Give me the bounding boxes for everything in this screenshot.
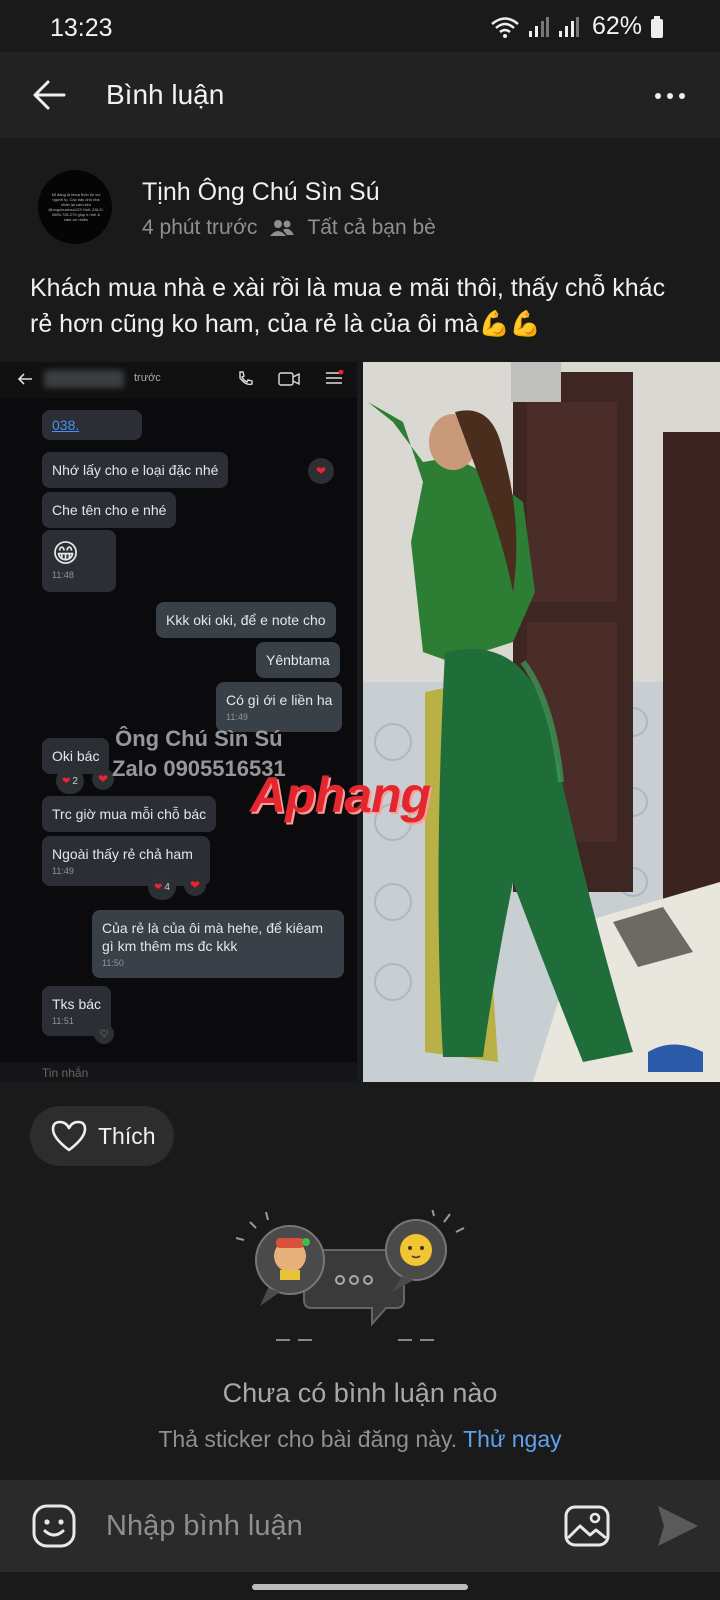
chat-bubble: Trc giờ mua mỗi chỗ bác xyxy=(42,796,217,832)
avatar[interactable]: Mỉ đang là khoa thôn tin vui người tụ. C… xyxy=(38,170,112,244)
signal-icon-2 xyxy=(558,16,579,37)
chat-bubble: 038. xyxy=(42,410,142,440)
chat-input-bar: Tin nhắn xyxy=(0,1062,357,1082)
page-title: Bình luận xyxy=(106,79,225,110)
brand-watermark: Aphang xyxy=(250,766,431,824)
emoji-icon[interactable] xyxy=(30,1502,78,1550)
heart-outline-icon: ♡ xyxy=(94,1024,114,1044)
post-text: Khách mua nhà e xài rồi là mua e mãi thô… xyxy=(30,274,666,338)
reaction-count: ❤ 2 xyxy=(56,768,84,794)
chat-back-icon xyxy=(17,373,32,385)
like-label: Thích xyxy=(98,1122,156,1149)
reaction-count-value: 4 xyxy=(164,881,170,893)
back-arrow-icon[interactable] xyxy=(26,72,72,118)
reaction-count-value: 2 xyxy=(72,775,78,787)
person-photo-illustration xyxy=(363,362,720,1082)
message-text: Ngoài thấy rẻ chả ham xyxy=(52,846,193,862)
image-icon[interactable] xyxy=(562,1502,612,1550)
blurred-name xyxy=(44,370,124,388)
phone-link: 038. xyxy=(52,417,80,433)
post-meta: 4 phút trước Tất cả bạn bè xyxy=(142,216,436,240)
more-horizontal-icon[interactable] xyxy=(650,76,690,116)
heart-reaction-icon: ❤ xyxy=(308,458,334,484)
comment-composer xyxy=(0,1480,720,1572)
chat-bubble-sent: Kkk oki oki, để e note cho xyxy=(156,602,336,638)
post-timestamp: 4 phút trước xyxy=(142,216,258,239)
top-bar: Bình luận xyxy=(0,52,720,138)
reaction-count: ❤ 4 xyxy=(148,874,176,900)
status-bar: 13:23 62% xyxy=(0,0,720,52)
post-audience: Tất cả bạn bè xyxy=(307,216,436,239)
message-time: 11:49 xyxy=(52,866,74,876)
message-text: Tks bác xyxy=(52,996,102,1012)
message-time: 11:48 xyxy=(52,570,74,580)
post-photo-person[interactable] xyxy=(363,362,720,1082)
heart-icon xyxy=(51,1120,87,1152)
brand-watermark-text: Aphang xyxy=(250,767,431,823)
friends-icon xyxy=(270,220,295,236)
chat-bubble: Che tên cho e nhé xyxy=(42,492,177,528)
chat-input-placeholder: Tin nhắn xyxy=(42,1066,89,1080)
like-button[interactable]: Thích xyxy=(30,1106,174,1166)
try-now-link[interactable]: Thử ngay xyxy=(463,1426,562,1452)
chat-bubble-emoji: 😁 11:48 xyxy=(42,530,116,592)
grin-emoji: 😁 xyxy=(52,538,80,568)
menu-list-icon xyxy=(326,370,344,384)
heart-reaction-icon: ❤ xyxy=(92,768,114,790)
empty-comments-illustration xyxy=(236,1210,465,1341)
video-call-icon xyxy=(278,372,300,386)
comment-input[interactable] xyxy=(106,1504,526,1548)
message-text: Của rẻ là của ôi mà hehe, để kiêam gì km… xyxy=(102,920,324,954)
heart-reaction-icon: ❤ xyxy=(184,874,206,896)
signal-icon xyxy=(528,16,549,37)
chat-bubble-sent: Yênbtama xyxy=(256,642,340,678)
battery-icon xyxy=(651,15,663,38)
empty-state-text: Thả sticker cho bài đăng này. xyxy=(158,1426,458,1452)
message-time: 11:51 xyxy=(52,1016,74,1026)
chat-top-time: trước xyxy=(134,372,161,384)
empty-state-subtitle: Thả sticker cho bài đăng này. Thử ngay xyxy=(0,1426,720,1453)
avatar-text: Mỉ đang là khoa thôn tin vui người tụ. C… xyxy=(48,192,104,222)
empty-state-title: Chưa có bình luận nào xyxy=(222,1378,498,1408)
message-time: 11:50 xyxy=(102,958,124,968)
status-time: 13:23 xyxy=(50,14,113,42)
battery-level: 62% xyxy=(591,12,642,40)
phone-icon xyxy=(239,371,253,386)
home-indicator[interactable] xyxy=(252,1584,468,1590)
message-text: Có gì ới e liền ha xyxy=(226,692,333,708)
author-name[interactable]: Tịnh Ông Chú Sìn Sú xyxy=(142,178,380,207)
watermark-line-1: Ông Chú Sìn Sú xyxy=(115,726,283,751)
send-icon[interactable] xyxy=(652,1502,702,1550)
chat-bubble: Nhớ lấy cho e loại đặc nhé xyxy=(42,452,229,488)
status-icons: 62% xyxy=(490,12,664,41)
chat-screenshot-header: trước xyxy=(0,362,357,398)
chat-bubble-sent: Của rẻ là của ôi mà hehe, để kiêam gì km… xyxy=(92,910,344,978)
post-photo-chat[interactable]: trước 038. Nhớ lấy cho e loại đặc nhé ❤ … xyxy=(0,362,357,1082)
message-time: 11:49 xyxy=(226,712,248,722)
wifi-icon xyxy=(491,16,519,38)
